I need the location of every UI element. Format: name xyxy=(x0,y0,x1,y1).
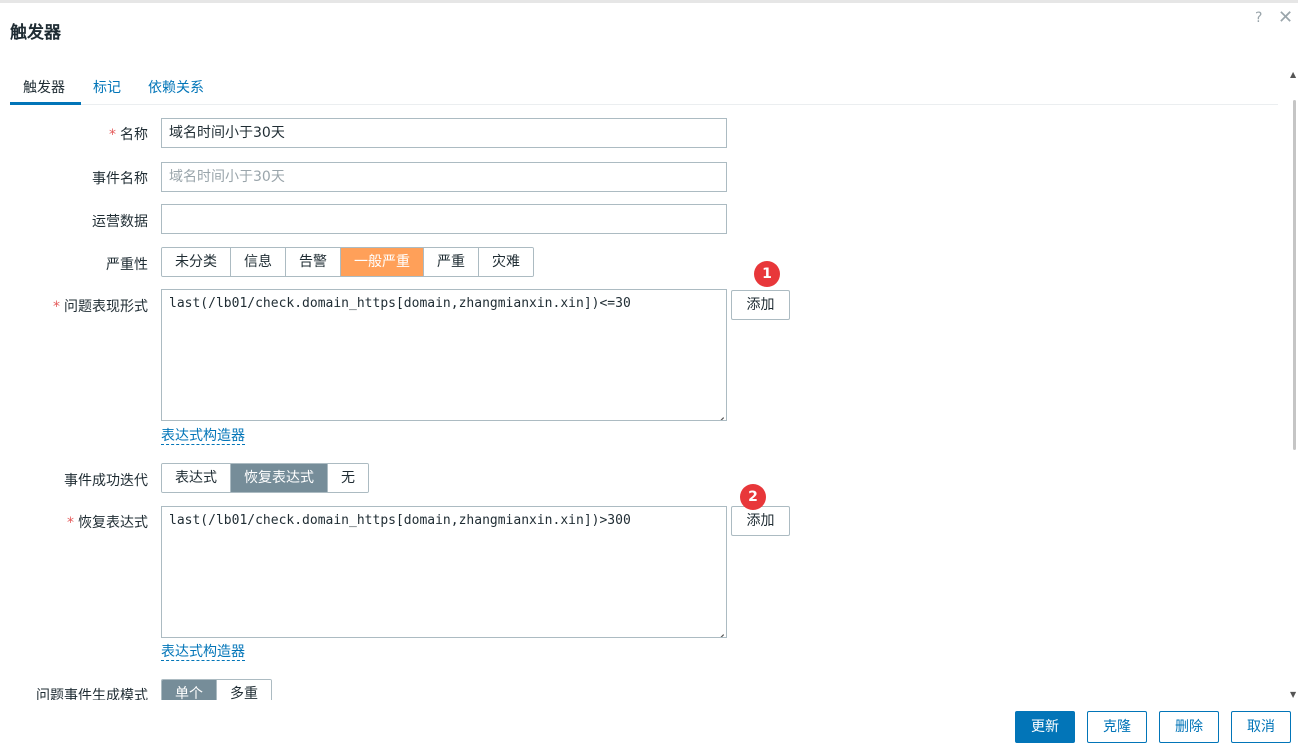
severity-not-classified[interactable]: 未分类 xyxy=(162,248,231,276)
severity-selector: 未分类 信息 告警 一般严重 严重 灾难 xyxy=(161,247,534,277)
opdata-label: 运营数据 xyxy=(92,214,148,230)
severity-information[interactable]: 信息 xyxy=(231,248,286,276)
scrollbar-thumb[interactable] xyxy=(1293,100,1296,450)
annotation-badge-1: 1 xyxy=(754,261,780,287)
annotation-badge-2: 2 xyxy=(740,484,766,510)
ok-event-recovery-expression[interactable]: 恢复表达式 xyxy=(231,464,328,492)
ok-event-expression[interactable]: 表达式 xyxy=(162,464,231,492)
problem-expression-label: * 问题表现形式 xyxy=(53,299,148,315)
delete-button[interactable]: 删除 xyxy=(1159,711,1219,743)
tab-bar: 触发器 标记 依赖关系 xyxy=(10,68,1278,105)
severity-disaster[interactable]: 灾难 xyxy=(479,248,533,276)
recovery-expression-add-button[interactable]: 添加 xyxy=(731,506,790,536)
problem-expression-add-button[interactable]: 添加 xyxy=(731,290,790,320)
name-input[interactable]: 域名时间小于30天 xyxy=(161,118,727,148)
update-button[interactable]: 更新 xyxy=(1015,711,1075,743)
severity-warning[interactable]: 告警 xyxy=(286,248,341,276)
event-name-label: 事件名称 xyxy=(92,171,148,187)
ok-event-generation-selector: 表达式 恢复表达式 无 xyxy=(161,463,369,493)
dialog-title: 触发器 xyxy=(10,23,61,43)
resize-grip-icon[interactable] xyxy=(715,409,724,418)
help-icon[interactable]: ? xyxy=(1255,10,1262,26)
problem-expression-builder-link[interactable]: 表达式构造器 xyxy=(161,428,245,445)
recovery-expression-builder-link[interactable]: 表达式构造器 xyxy=(161,644,245,661)
opdata-input[interactable] xyxy=(161,204,727,234)
problem-expression-textarea[interactable]: last(/lb01/check.domain_https[domain,zha… xyxy=(161,289,727,421)
event-name-input[interactable]: 域名时间小于30天 xyxy=(161,162,727,192)
tab-dependencies[interactable]: 依赖关系 xyxy=(148,77,204,97)
active-tab-indicator xyxy=(10,102,81,105)
clone-button[interactable]: 克隆 xyxy=(1087,711,1147,743)
close-icon[interactable]: ✕ xyxy=(1278,7,1293,28)
severity-label: 严重性 xyxy=(106,257,148,273)
scroll-down-icon[interactable]: ▼ xyxy=(1290,690,1296,699)
resize-grip-icon[interactable] xyxy=(715,626,724,635)
name-label: * 名称 xyxy=(109,127,148,143)
ok-event-generation-label: 事件成功迭代 xyxy=(64,473,148,489)
recovery-expression-label: * 恢复表达式 xyxy=(67,515,148,531)
tab-trigger[interactable]: 触发器 xyxy=(23,77,65,97)
severity-high[interactable]: 严重 xyxy=(424,248,479,276)
tab-tags[interactable]: 标记 xyxy=(93,77,121,97)
cancel-button[interactable]: 取消 xyxy=(1231,711,1291,743)
recovery-expression-textarea[interactable]: last(/lb01/check.domain_https[domain,zha… xyxy=(161,506,727,638)
ok-event-none[interactable]: 无 xyxy=(328,464,368,492)
severity-average[interactable]: 一般严重 xyxy=(341,248,424,276)
top-border xyxy=(0,0,1298,3)
scroll-up-icon[interactable]: ▲ xyxy=(1290,70,1296,79)
